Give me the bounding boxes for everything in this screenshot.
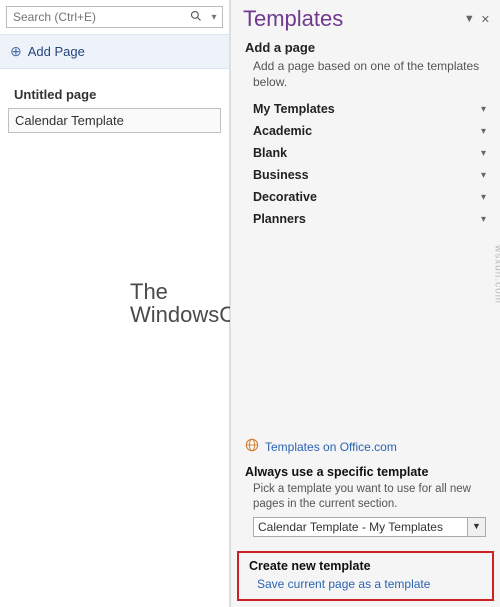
pages-list: Untitled page Calendar Template	[0, 69, 229, 141]
create-template-section: Create new template Save current page as…	[237, 551, 494, 601]
add-page-button[interactable]: ⊕ Add Page	[0, 34, 229, 69]
dropdown-button-icon[interactable]: ▼	[468, 517, 486, 537]
category-planners[interactable]: Planners ▾	[239, 208, 492, 230]
always-template-section: Always use a specific template Pick a te…	[231, 461, 500, 543]
always-template-desc: Pick a template you want to use for all …	[245, 482, 486, 511]
category-label: Planners	[253, 212, 481, 226]
templates-pane: Templates ▼ ✕ Add a page Add a page base…	[230, 0, 500, 607]
category-business[interactable]: Business ▾	[239, 164, 492, 186]
add-page-section-desc: Add a page based on one of the templates…	[231, 57, 500, 98]
add-page-label: Add Page	[28, 44, 85, 59]
pane-title: Templates	[243, 6, 458, 32]
chevron-down-icon: ▾	[481, 214, 486, 225]
search-input[interactable]	[7, 8, 186, 26]
globe-icon	[245, 438, 259, 455]
category-academic[interactable]: Academic ▾	[239, 120, 492, 142]
pane-header: Templates ▼ ✕	[231, 0, 500, 36]
pane-menu-icon[interactable]: ▼	[464, 13, 475, 25]
category-label: Blank	[253, 146, 481, 160]
category-label: Business	[253, 168, 481, 182]
chevron-down-icon: ▾	[481, 148, 486, 159]
always-template-title: Always use a specific template	[245, 465, 486, 479]
chevron-down-icon: ▾	[481, 192, 486, 203]
close-icon[interactable]: ✕	[481, 13, 490, 26]
create-template-title: Create new template	[249, 559, 482, 573]
category-label: Decorative	[253, 190, 481, 204]
search-box[interactable]: ▾	[6, 6, 223, 28]
chevron-down-icon: ▾	[481, 170, 486, 181]
chevron-down-icon: ▾	[481, 104, 486, 115]
category-decorative[interactable]: Decorative ▾	[239, 186, 492, 208]
category-blank[interactable]: Blank ▾	[239, 142, 492, 164]
category-label: My Templates	[253, 102, 481, 116]
chevron-down-icon[interactable]: ▾	[206, 12, 222, 23]
category-my-templates[interactable]: My Templates ▾	[239, 98, 492, 120]
watermark: wsxdn.com	[493, 244, 500, 303]
plus-circle-icon: ⊕	[10, 43, 22, 60]
search-row: ▾	[0, 0, 229, 34]
page-item-calendar[interactable]: Calendar Template	[8, 108, 221, 133]
category-list: My Templates ▾ Academic ▾ Blank ▾ Busine…	[231, 98, 500, 230]
office-link-label: Templates on Office.com	[265, 440, 397, 454]
page-item-untitled[interactable]: Untitled page	[8, 83, 221, 106]
search-icon[interactable]	[186, 10, 206, 25]
office-link-row[interactable]: Templates on Office.com	[231, 432, 500, 461]
add-page-section-title: Add a page	[231, 36, 500, 57]
save-as-template-link[interactable]: Save current page as a template	[249, 577, 482, 591]
template-select[interactable]: Calendar Template - My Templates	[253, 517, 468, 537]
template-select-row: Calendar Template - My Templates ▼	[245, 517, 486, 537]
category-label: Academic	[253, 124, 481, 138]
chevron-down-icon: ▾	[481, 126, 486, 137]
